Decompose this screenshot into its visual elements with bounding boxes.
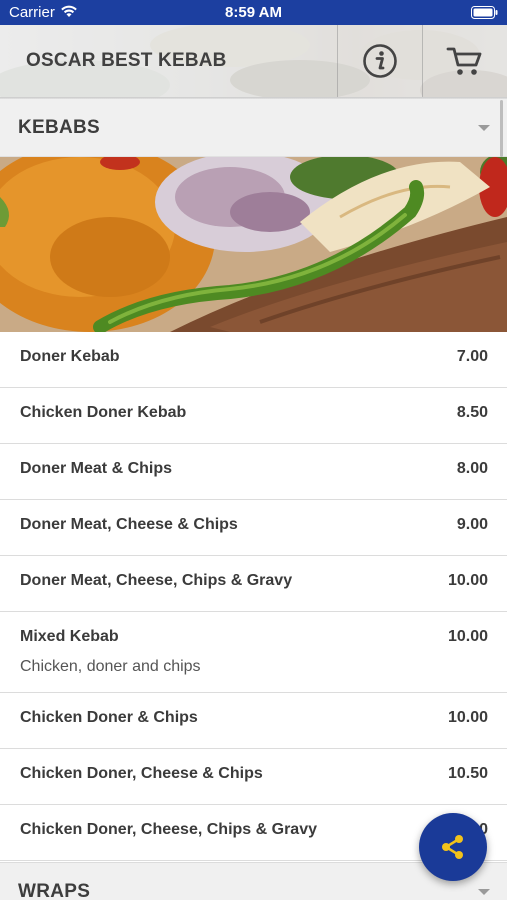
battery-icon <box>471 6 498 24</box>
cart-icon <box>446 47 482 75</box>
menu-item[interactable]: Chicken Doner, Cheese & Chips 10.50 <box>0 749 507 805</box>
item-price: 7.00 <box>456 348 488 365</box>
app-title: OSCAR BEST KEBAB <box>26 50 227 71</box>
menu-item[interactable]: Chicken Doner Kebab 8.50 <box>0 388 507 444</box>
section-title: WRAPS <box>18 881 91 900</box>
menu-list-kebabs: Doner Kebab 7.00 Chicken Doner Kebab 8.5… <box>0 332 507 861</box>
item-name: Mixed Kebab <box>20 628 119 645</box>
item-name: Chicken Doner Kebab <box>20 404 187 421</box>
item-name: Chicken Doner & Chips <box>20 709 198 726</box>
item-price: 10.00 <box>447 709 488 726</box>
item-name: Chicken Doner, Cheese, Chips & Gravy <box>20 821 317 838</box>
item-description: Chicken, doner and chips <box>20 658 201 675</box>
scrollbar[interactable] <box>500 100 503 157</box>
menu-item[interactable]: Mixed Kebab 10.00 Chicken, doner and chi… <box>0 612 507 693</box>
status-bar: Carrier 8:59 AM <box>0 0 507 25</box>
section-title: KEBABS <box>18 117 101 138</box>
item-name: Doner Meat, Cheese, Chips & Gravy <box>20 572 293 589</box>
info-icon <box>363 44 397 78</box>
item-name: Doner Kebab <box>20 348 120 365</box>
app-header: OSCAR BEST KEBAB <box>0 25 507 97</box>
menu-item[interactable]: Doner Meat, Cheese, Chips & Gravy 10.00 <box>0 556 507 612</box>
share-button[interactable] <box>419 813 487 881</box>
chevron-down-icon <box>478 125 490 131</box>
info-button[interactable] <box>337 25 422 97</box>
item-price: 10.00 <box>447 628 488 645</box>
item-name: Chicken Doner, Cheese & Chips <box>20 765 263 782</box>
share-icon <box>442 835 463 859</box>
kebabs-banner-image <box>0 157 507 332</box>
chevron-down-icon <box>478 889 490 895</box>
status-time: 8:59 AM <box>225 4 282 21</box>
menu-item[interactable]: Doner Meat, Cheese & Chips 9.00 <box>0 500 507 556</box>
item-name: Doner Meat & Chips <box>20 460 173 477</box>
item-price: 8.00 <box>456 460 488 477</box>
item-price: 10.00 <box>447 572 488 589</box>
item-price: 8.50 <box>456 404 488 421</box>
item-price: 9.00 <box>456 516 488 533</box>
item-name: Doner Meat, Cheese & Chips <box>20 516 238 533</box>
menu-item[interactable]: Chicken Doner & Chips 10.00 <box>0 693 507 749</box>
section-header-kebabs[interactable]: KEBABS <box>0 99 507 157</box>
menu-item[interactable]: Doner Meat & Chips 8.00 <box>0 444 507 500</box>
item-price: 10.50 <box>447 765 488 782</box>
cart-button[interactable] <box>422 25 507 97</box>
menu-item[interactable]: Doner Kebab 7.00 <box>0 332 507 388</box>
